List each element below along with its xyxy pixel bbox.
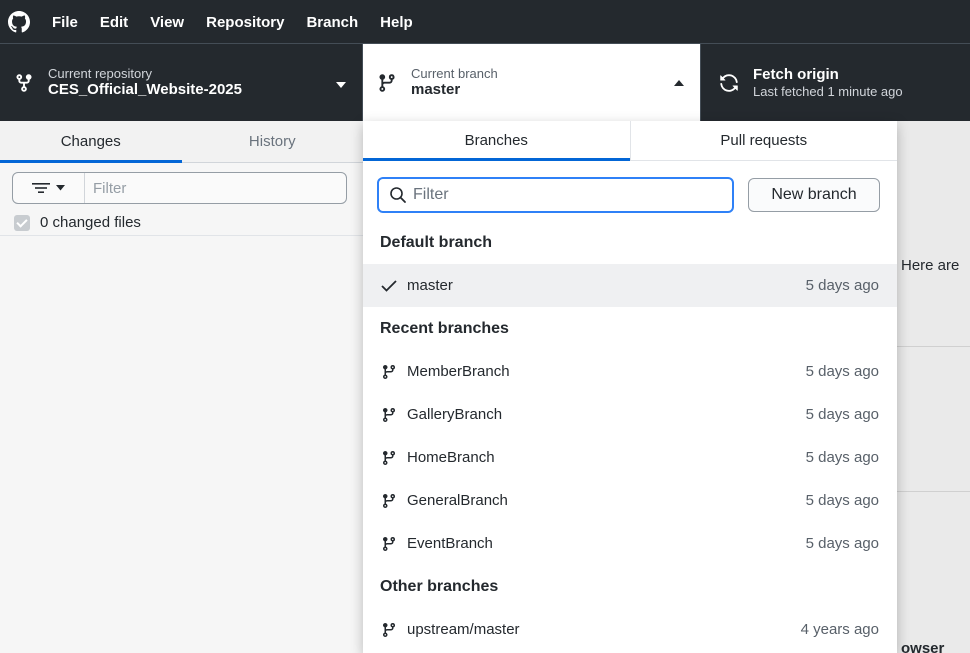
repo-forked-icon — [16, 73, 32, 92]
branch-name: master — [407, 277, 453, 294]
menu-view[interactable]: View — [150, 14, 184, 31]
left-tabs: Changes History — [0, 121, 363, 163]
git-branch-icon — [380, 492, 398, 510]
branch-item[interactable]: GeneralBranch 5 days ago — [363, 479, 897, 522]
tab-branches[interactable]: Branches — [363, 121, 631, 161]
git-branch-icon — [380, 621, 398, 639]
branch-name: upstream/master — [407, 621, 520, 638]
changes-filter: Filter — [12, 172, 347, 204]
branch-name: GeneralBranch — [407, 492, 508, 509]
divider — [897, 491, 970, 492]
chevron-up-icon — [674, 80, 684, 86]
github-logo-icon — [8, 11, 30, 33]
branch-item[interactable]: GalleryBranch 5 days ago — [363, 393, 897, 436]
branch-item[interactable]: upstream/master 4 years ago — [363, 608, 897, 651]
menu-bar: File Edit View Repository Branch Help — [0, 0, 970, 44]
select-all-checkbox[interactable] — [14, 214, 30, 231]
git-branch-icon — [379, 73, 395, 92]
changed-files-count: 0 changed files — [40, 214, 141, 231]
branch-item[interactable]: HomeBranch 5 days ago — [363, 436, 897, 479]
tab-changes[interactable]: Changes — [0, 121, 182, 163]
repo-name: CES_Official_Website-2025 — [48, 81, 242, 98]
toolbar: Current repository CES_Official_Website-… — [0, 44, 970, 121]
branch-time: 5 days ago — [805, 535, 879, 552]
popover-tabs: Branches Pull requests — [363, 121, 897, 161]
default-branch-heading: Default branch — [380, 233, 493, 251]
branch-time: 5 days ago — [805, 363, 879, 380]
branch-label: Current branch — [411, 66, 498, 81]
chevron-down-icon — [336, 82, 346, 88]
branch-filter-placeholder: Filter — [413, 186, 449, 203]
branch-name: GalleryBranch — [407, 406, 503, 423]
branch-item-master[interactable]: master 5 days ago — [363, 264, 897, 307]
branch-filter-input[interactable]: Filter — [377, 177, 734, 213]
fetch-title: Fetch origin — [753, 66, 839, 83]
branch-time: 5 days ago — [805, 449, 879, 466]
fetch-subtitle: Last fetched 1 minute ago — [753, 84, 903, 99]
chevron-down-icon — [56, 185, 65, 191]
filter-options-button[interactable] — [13, 173, 85, 203]
branch-name: HomeBranch — [407, 449, 495, 466]
check-icon — [380, 277, 398, 295]
fetch-origin-button[interactable]: Fetch origin Last fetched 1 minute ago — [701, 44, 970, 121]
git-branch-icon — [380, 449, 398, 467]
branch-name: master — [411, 81, 461, 98]
tab-history[interactable]: History — [182, 121, 364, 162]
filter-icon — [32, 183, 50, 193]
branch-popover: Branches Pull requests Filter New branch… — [363, 121, 897, 653]
repo-label: Current repository — [48, 66, 153, 81]
new-branch-button[interactable]: New branch — [748, 178, 880, 212]
git-branch-icon — [380, 535, 398, 553]
filter-row: Filter — [0, 163, 363, 204]
changes-pane: Changes History Filter 0 changed files — [0, 121, 363, 653]
branch-time: 5 days ago — [805, 492, 879, 509]
branch-name: MemberBranch — [407, 363, 510, 380]
git-branch-icon — [380, 406, 398, 424]
divider — [897, 346, 970, 347]
other-branches-heading: Other branches — [380, 577, 499, 595]
menu-file[interactable]: File — [52, 14, 78, 31]
search-icon — [390, 187, 406, 203]
branch-time: 5 days ago — [805, 406, 879, 423]
sync-icon — [720, 73, 738, 92]
changed-files-row: 0 changed files — [0, 204, 363, 236]
main-text-2: owser — [901, 640, 945, 653]
tab-pull-requests[interactable]: Pull requests — [631, 121, 898, 160]
current-branch-button[interactable]: Current branch master — [363, 44, 701, 121]
changes-filter-input[interactable]: Filter — [85, 180, 126, 197]
recent-branches-heading: Recent branches — [380, 319, 509, 337]
menu-edit[interactable]: Edit — [100, 14, 128, 31]
branch-name: EventBranch — [407, 535, 493, 552]
menu-repository[interactable]: Repository — [206, 14, 284, 31]
branch-item[interactable]: MemberBranch 5 days ago — [363, 350, 897, 393]
branch-time: 4 years ago — [800, 621, 879, 638]
menu-branch[interactable]: Branch — [306, 14, 358, 31]
branch-time: 5 days ago — [805, 277, 879, 294]
current-repository-button[interactable]: Current repository CES_Official_Website-… — [0, 44, 363, 121]
main-text-1: Here are — [901, 257, 960, 274]
menu-help[interactable]: Help — [380, 14, 413, 31]
branch-item[interactable]: EventBranch 5 days ago — [363, 522, 897, 565]
main-content: Here are owser — [897, 121, 970, 653]
git-branch-icon — [380, 363, 398, 381]
branch-search-row: Filter New branch — [363, 161, 897, 213]
